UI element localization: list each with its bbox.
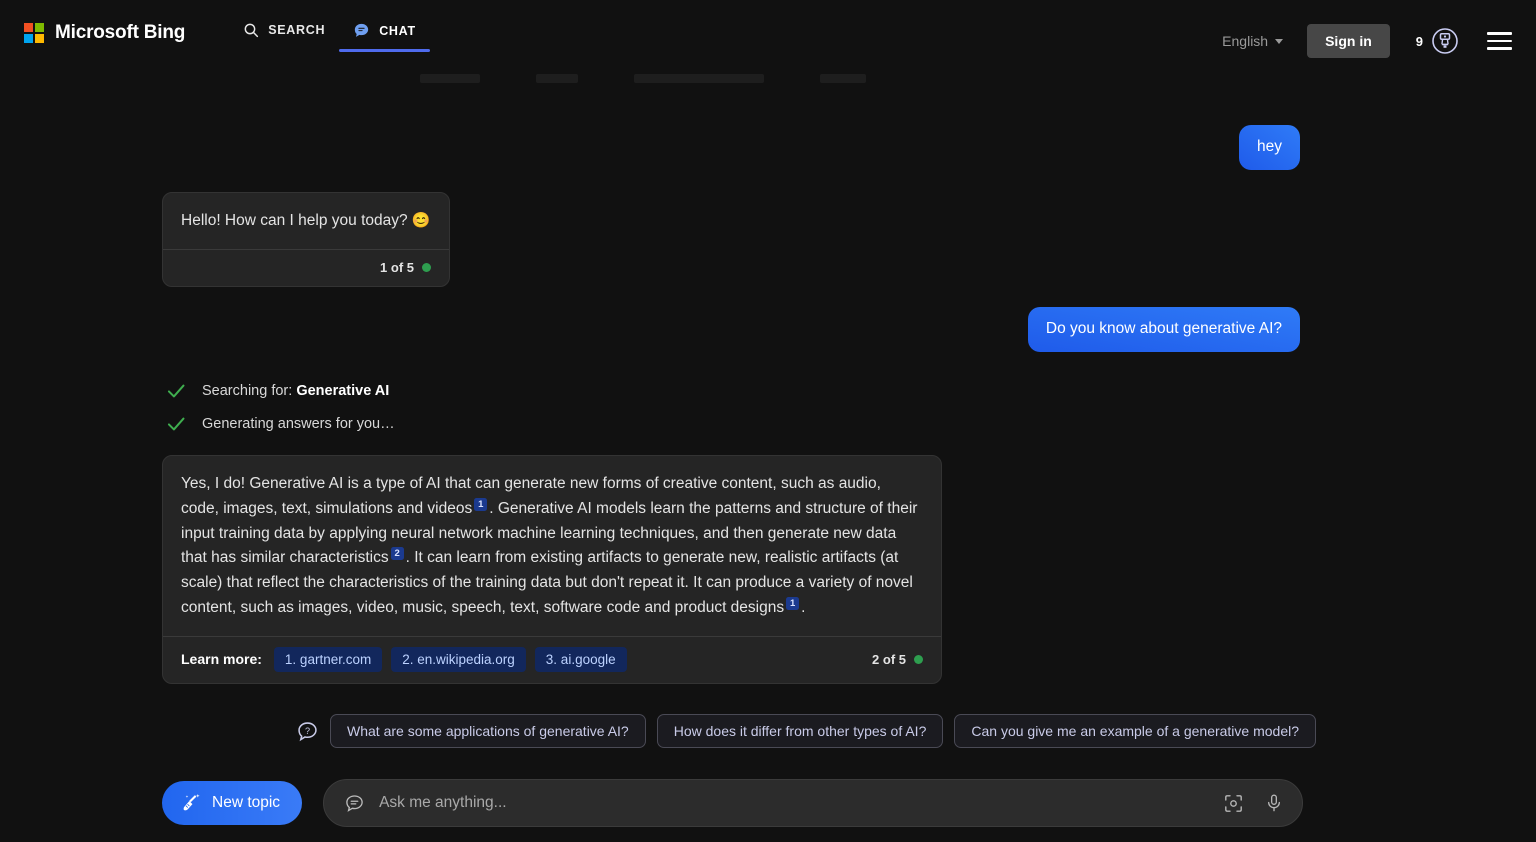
source-link-2[interactable]: 2. en.wikipedia.org [391,646,526,672]
rewards-medal-icon [1431,27,1459,55]
question-bubble-icon: ? [296,720,319,743]
header-nav: SEARCH CHAT [229,0,430,52]
source-link-3[interactable]: 3. ai.google [534,646,627,672]
answer-part-4: . [801,598,806,616]
citation-badge-2[interactable]: 2 [390,547,404,561]
search-icon [243,22,259,38]
brand-area[interactable]: Microsoft Bing [0,0,185,44]
bot-answer-text: Yes, I do! Generative AI is a type of AI… [163,456,941,636]
tab-chat[interactable]: CHAT [339,22,430,52]
hamburger-menu-icon[interactable] [1487,32,1512,50]
input-trailing-icons [1223,793,1284,814]
status-generating: Generating answers for you… [166,414,395,434]
user-message-2: Do you know about generative AI? [1027,307,1300,352]
broom-icon [180,792,202,814]
rewards-widget[interactable]: 9 [1416,27,1459,55]
brand-label: Microsoft Bing [55,22,186,43]
status-dot-icon [422,262,431,272]
citation-badge-3[interactable]: 1 [786,596,800,610]
tab-chat-label: CHAT [379,23,416,38]
source-link-1[interactable]: 1. gartner.com [273,646,383,672]
header-actions: English Sign in 9 [1222,0,1536,58]
search-input[interactable]: Ask me anything... [379,794,1223,812]
suggestion-chip-3[interactable]: Can you give me an example of a generati… [954,714,1317,748]
check-icon [166,414,186,434]
top-header: Microsoft Bing SEARCH CHAT English Sign … [0,0,1536,74]
status-generating-text: Generating answers for you… [202,416,395,432]
tab-active-indicator [339,49,430,52]
smile-emoji-icon: 😊 [411,212,431,229]
rewards-count: 9 [1415,33,1423,49]
user-message-1: hey [1239,125,1300,170]
chat-bubble-icon [344,793,365,814]
status-searching: Searching for: Generative AI [166,381,389,401]
suggestion-chip-2[interactable]: How does it differ from other types of A… [656,714,944,748]
answer-sources-footer: Learn more: 1. gartner.com 2. en.wikiped… [163,635,941,683]
bot-greeting-text: Hello! How can I help you today? [181,212,412,229]
bot-message-footer: 1 of 5 [163,248,449,286]
user-bubble: Do you know about generative AI? [1027,307,1300,352]
new-topic-button[interactable]: New topic [162,781,303,825]
bot-answer-card: Yes, I do! Generative AI is a type of AI… [162,455,942,684]
bot-message-1: Hello! How can I help you today? 😊 1 of … [162,192,450,287]
microsoft-logo-icon [24,23,44,43]
bot-message-text: Hello! How can I help you today? 😊 [163,193,449,249]
visual-search-camera-icon[interactable] [1223,793,1244,814]
chat-scroll-area[interactable]: hey Hello! How can I help you today? 😊 1… [0,73,1536,764]
composer-bar: New topic Ask me anything... [0,764,1536,842]
scrolled-off-content [420,68,1240,88]
learn-more-label: Learn more: [181,651,262,668]
message-counter: 1 of 5 [380,260,431,275]
status-searching-text: Searching for: Generative AI [202,383,390,399]
answer-counter: 2 of 5 [872,652,923,667]
chat-bubble-icon [353,22,370,39]
tab-search-label: SEARCH [268,23,326,37]
language-selector[interactable]: English [1222,33,1284,49]
tab-search[interactable]: SEARCH [229,22,339,51]
sign-in-button[interactable]: Sign in [1307,24,1390,58]
language-label: English [1222,33,1269,49]
microphone-icon[interactable] [1264,793,1284,813]
chevron-down-icon [1275,38,1284,44]
suggestion-chips-row: ? What are some applications of generati… [296,714,1317,748]
chat-input-bar[interactable]: Ask me anything... [323,779,1304,827]
answer-counter-label: 2 of 5 [872,651,906,667]
check-icon [166,381,186,401]
suggestion-chip-1[interactable]: What are some applications of generative… [330,714,646,748]
citation-badge-1[interactable]: 1 [474,497,488,511]
message-counter-label: 1 of 5 [380,259,414,275]
new-topic-label: New topic [212,794,281,811]
user-bubble: hey [1239,125,1300,170]
svg-text:?: ? [305,725,310,735]
status-dot-icon [914,654,923,664]
